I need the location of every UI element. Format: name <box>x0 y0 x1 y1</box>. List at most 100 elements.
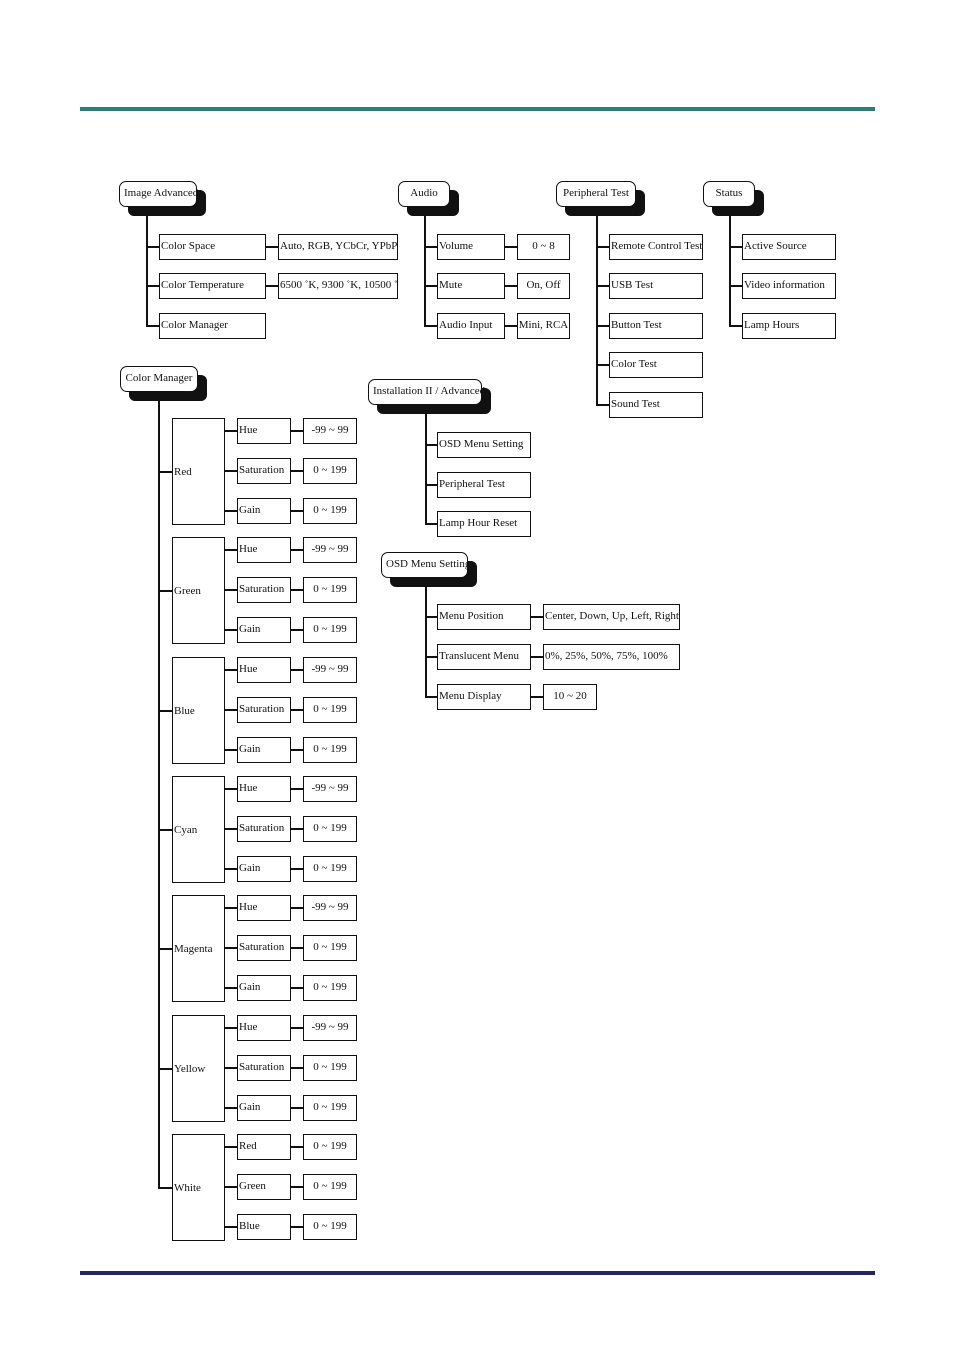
connector-line <box>425 523 437 525</box>
color-setting-range: 0 ~ 199 <box>303 577 357 603</box>
connector-line <box>225 828 237 830</box>
menu-item: Menu Display <box>437 684 531 710</box>
menu-item: Lamp Hour Reset <box>437 511 531 537</box>
connector-line <box>596 325 609 327</box>
menu-value: Auto, RGB, YCbCr, YPbPr <box>278 234 398 260</box>
connector-line <box>266 285 278 287</box>
connector-line <box>158 829 172 831</box>
connector-line <box>425 444 437 446</box>
color-setting: Hue <box>237 776 291 802</box>
menu-item: Remote Control Test <box>609 234 703 260</box>
color-setting-range: 0 ~ 199 <box>303 975 357 1001</box>
connector-line <box>146 325 159 327</box>
connector-line <box>291 1146 303 1148</box>
connector-line <box>225 868 237 870</box>
connector-line <box>225 549 237 551</box>
color-setting-range: 0 ~ 199 <box>303 816 357 842</box>
color-setting: Red <box>237 1134 291 1160</box>
color-group-magenta: Magenta <box>172 895 225 1002</box>
connector-line <box>291 470 303 472</box>
color-group-blue: Blue <box>172 657 225 764</box>
connector-line <box>158 710 172 712</box>
color-setting: Green <box>237 1174 291 1200</box>
color-setting-range: 0 ~ 199 <box>303 1055 357 1081</box>
connector-line <box>225 589 237 591</box>
menu-item: Active Source <box>742 234 836 260</box>
color-setting-range: -99 ~ 99 <box>303 895 357 921</box>
connector-line <box>729 285 742 287</box>
menu-value: 6500 ˚K, 9300 ˚K, 10500 ˚K <box>278 273 398 299</box>
color-setting: Hue <box>237 537 291 563</box>
connector-line <box>291 947 303 949</box>
menu-item: Mute <box>437 273 505 299</box>
menu-item: Color Temperature <box>159 273 266 299</box>
connector-line <box>291 1107 303 1109</box>
connector-line <box>225 987 237 989</box>
connector-line <box>158 1068 172 1070</box>
color-setting: Hue <box>237 657 291 683</box>
connector-line <box>225 430 237 432</box>
header-color-manager: Color Manager <box>120 366 198 392</box>
menu-value: 0%, 25%, 50%, 75%, 100% <box>543 644 680 670</box>
footer-rule <box>80 1271 875 1275</box>
connector-line <box>158 948 172 950</box>
color-group-yellow: Yellow <box>172 1015 225 1122</box>
connector-line <box>291 669 303 671</box>
connector-line <box>146 207 148 326</box>
menu-item: Color Manager <box>159 313 266 339</box>
connector-line <box>291 1067 303 1069</box>
connector-line <box>596 404 609 406</box>
connector-line <box>531 616 543 618</box>
connector-line <box>596 285 609 287</box>
color-group-red: Red <box>172 418 225 525</box>
menu-item: Volume <box>437 234 505 260</box>
connector-line <box>729 207 731 326</box>
connector-line <box>225 470 237 472</box>
connector-line <box>596 246 609 248</box>
connector-line <box>291 907 303 909</box>
color-setting-range: 0 ~ 199 <box>303 935 357 961</box>
color-group-white: White <box>172 1134 225 1241</box>
color-setting: Gain <box>237 1095 291 1121</box>
color-setting: Saturation <box>237 458 291 484</box>
connector-line <box>225 749 237 751</box>
menu-item: OSD Menu Setting <box>437 432 531 458</box>
header-peripheral-test: Peripheral Test <box>556 181 636 207</box>
connector-line <box>425 616 437 618</box>
connector-line <box>158 471 172 473</box>
connector-line <box>291 549 303 551</box>
color-group-green: Green <box>172 537 225 644</box>
connector-line <box>225 1107 237 1109</box>
menu-value: Center, Down, Up, Left, Right <box>543 604 680 630</box>
header-status: Status <box>703 181 755 207</box>
connector-line <box>291 589 303 591</box>
connector-line <box>225 1226 237 1228</box>
color-setting: Hue <box>237 418 291 444</box>
header-image-advanced: Image Advanced <box>119 181 198 207</box>
header-rule <box>80 107 875 111</box>
connector-line <box>146 285 159 287</box>
connector-line <box>225 947 237 949</box>
connector-line <box>424 207 426 326</box>
connector-line <box>425 405 427 524</box>
connector-line <box>424 246 437 248</box>
color-setting-range: 0 ~ 199 <box>303 498 357 524</box>
color-group-cyan: Cyan <box>172 776 225 883</box>
connector-line <box>225 1067 237 1069</box>
header-installation: Installation II / Advanced <box>368 379 485 405</box>
connector-line <box>425 484 437 486</box>
color-setting: Hue <box>237 1015 291 1041</box>
connector-line <box>505 246 517 248</box>
connector-line <box>291 788 303 790</box>
connector-line <box>291 510 303 512</box>
color-setting-range: -99 ~ 99 <box>303 418 357 444</box>
connector-line <box>291 629 303 631</box>
connector-line <box>291 868 303 870</box>
menu-value: On, Off <box>517 273 570 299</box>
color-setting: Saturation <box>237 697 291 723</box>
connector-line <box>729 325 742 327</box>
connector-line <box>596 364 609 366</box>
color-setting-range: -99 ~ 99 <box>303 657 357 683</box>
menu-value: 0 ~ 8 <box>517 234 570 260</box>
color-setting-range: 0 ~ 199 <box>303 856 357 882</box>
